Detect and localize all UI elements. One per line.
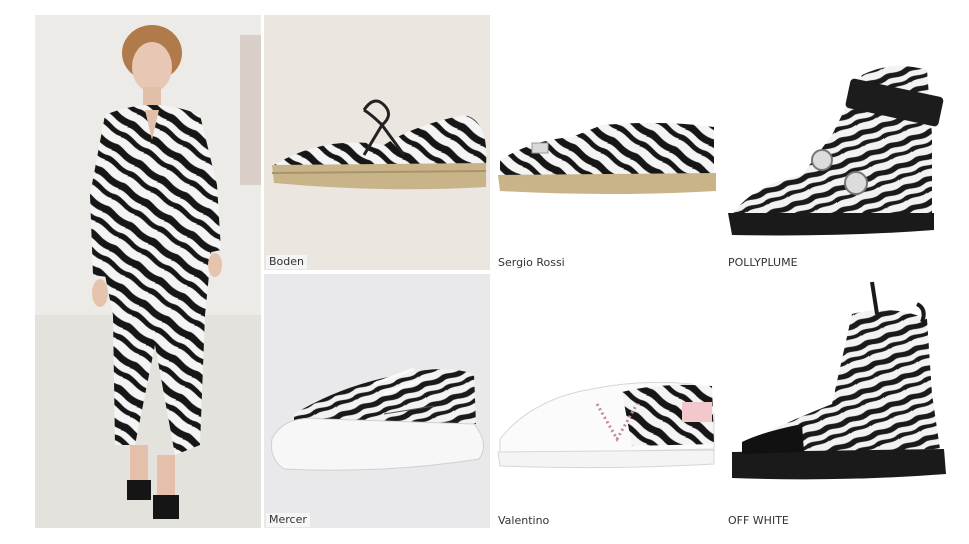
combat-boot-image [732,281,946,480]
jeweled-ankle-boot-image [728,66,944,236]
product-tile-boden[interactable]: Boden [264,15,490,270]
chunky-sneaker-image [271,367,484,471]
product-label-pollyplume[interactable]: POLLYPLUME [728,256,798,269]
low-top-sneaker-image [497,381,715,469]
product-tile-off-white[interactable]: OFF WHITE [722,274,962,528]
product-label-mercer[interactable]: Mercer [266,513,310,527]
product-label-sergio-rossi[interactable]: Sergio Rossi [498,256,565,269]
product-label-valentino[interactable]: Valentino [498,514,549,527]
product-label-boden[interactable]: Boden [266,255,307,269]
espadrille-lace-up-image [271,99,487,190]
model-figure [35,15,261,528]
product-tile-sergio-rossi[interactable]: Sergio Rossi [492,15,720,270]
product-tile-valentino[interactable]: Valentino [492,274,720,528]
product-label-off-white[interactable]: OFF WHITE [728,514,789,527]
espadrille-slip-on-image [498,122,716,194]
product-tile-pollyplume[interactable]: POLLYPLUME [722,15,962,270]
runway-model-photo[interactable] [35,15,261,528]
product-tile-mercer[interactable]: Mercer [264,274,490,528]
